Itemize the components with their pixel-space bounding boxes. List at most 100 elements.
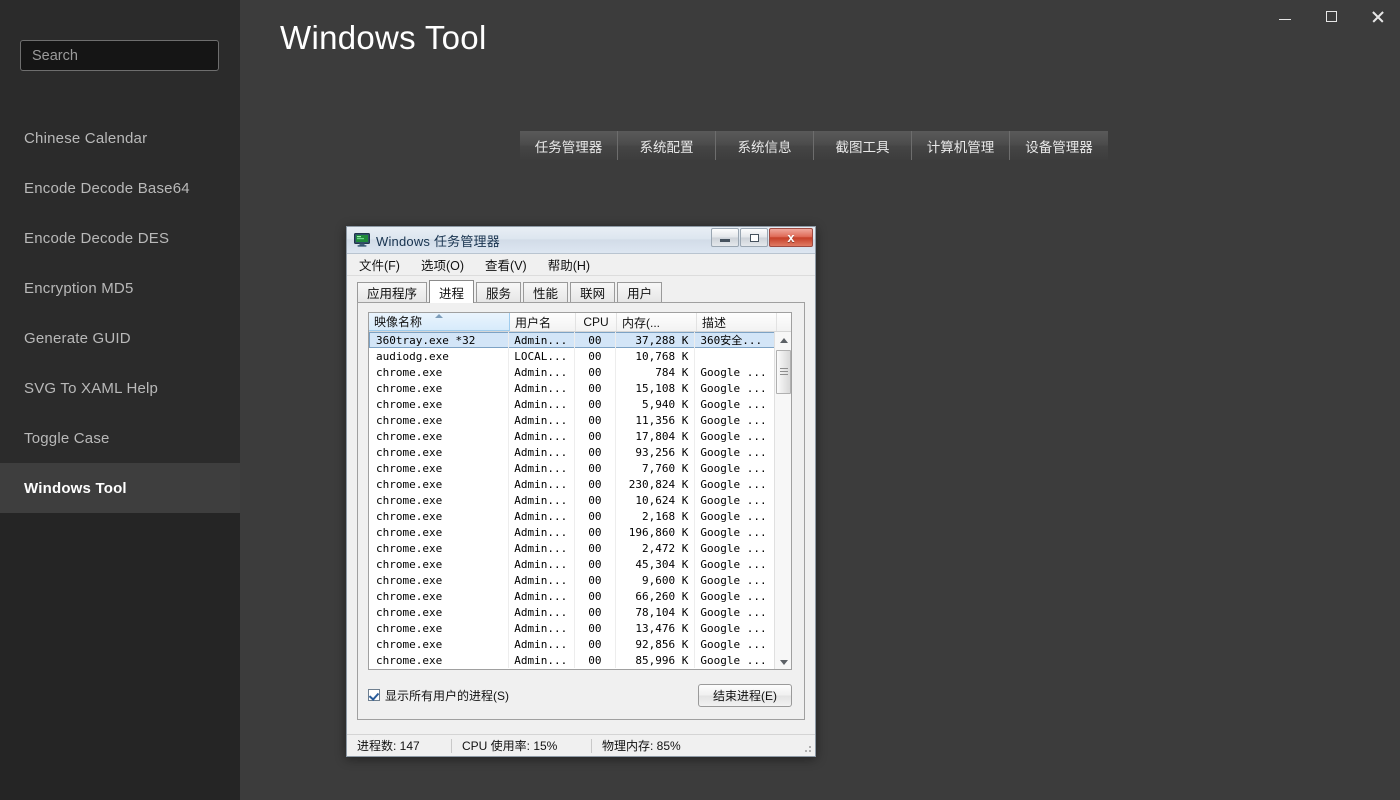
table-row[interactable]: chrome.exe Admin... 00 7,760 K Google ... — [369, 460, 775, 476]
sort-ascending-icon — [435, 314, 443, 318]
cell-cpu: 00 — [575, 588, 616, 604]
sidebar-item-encode-decode-des[interactable]: Encode Decode DES — [0, 213, 240, 263]
cell-name: chrome.exe — [370, 636, 510, 652]
tab-networking[interactable]: 联网 — [570, 282, 616, 302]
scroll-up-icon[interactable] — [775, 332, 791, 349]
sidebar-item-svg-to-xaml-help[interactable]: SVG To XAML Help — [0, 363, 240, 413]
tab-applications[interactable]: 应用程序 — [357, 282, 428, 302]
resize-grip-icon[interactable] — [802, 743, 812, 753]
table-row[interactable]: chrome.exe Admin... 00 2,168 K Google ... — [369, 508, 775, 524]
cell-cpu: 00 — [575, 476, 616, 492]
column-header-filler — [777, 313, 791, 331]
menu-view[interactable]: 查看(V) — [483, 254, 529, 275]
cell-desc: Google ... — [700, 541, 767, 555]
cell-name: chrome.exe — [370, 588, 510, 604]
task-manager-titlebar[interactable]: Windows 任务管理器 x — [347, 227, 815, 254]
maximize-icon[interactable] — [1308, 0, 1354, 32]
cell-cpu: 00 — [575, 492, 616, 508]
cell-user: Admin... — [509, 572, 575, 588]
cell-name: chrome.exe — [370, 412, 510, 428]
sidebar-item-windows-tool[interactable]: Windows Tool — [0, 463, 240, 513]
close-icon[interactable] — [1354, 0, 1400, 32]
tab-performance[interactable]: 性能 — [523, 282, 569, 302]
column-header-label: 映像名称 — [374, 315, 423, 329]
tab-users[interactable]: 用户 — [617, 282, 663, 302]
cell-cpu: 00 — [575, 428, 616, 444]
menu-help[interactable]: 帮助(H) — [546, 254, 592, 275]
cell-cpu: 00 — [575, 508, 616, 524]
task-manager-status-bar: 进程数: 147 CPU 使用率: 15% 物理内存: 85% — [347, 734, 815, 756]
table-row[interactable]: chrome.exe Admin... 00 13,476 K Google ... — [369, 620, 775, 636]
cell-mem: 37,288 K — [616, 332, 696, 348]
cell-name: 360tray.exe *32 — [370, 332, 510, 348]
task-manager-window: Windows 任务管理器 x 文件(F) 选项(O) 查看(V) 帮助(H) … — [346, 226, 816, 757]
table-row[interactable]: chrome.exe Admin... 00 78,104 K Google ... — [369, 604, 775, 620]
cell-desc: Google ... — [700, 413, 767, 427]
button-system-configuration[interactable]: 系统配置 — [618, 131, 716, 160]
sidebar-item-chinese-calendar[interactable]: Chinese Calendar — [0, 113, 240, 163]
minimize-icon[interactable] — [1262, 0, 1308, 32]
table-row[interactable]: chrome.exe Admin... 00 92,856 K Google ... — [369, 636, 775, 652]
table-row[interactable]: chrome.exe Admin... 00 9,600 K Google ... — [369, 572, 775, 588]
menu-file[interactable]: 文件(F) — [357, 254, 402, 275]
column-header-memory[interactable]: 内存(... — [617, 313, 697, 331]
table-row[interactable]: chrome.exe Admin... 00 11,356 K Google ... — [369, 412, 775, 428]
cell-user: Admin... — [509, 444, 575, 460]
tab-processes[interactable]: 进程 — [429, 280, 475, 303]
table-row[interactable]: chrome.exe Admin... 00 230,824 K Google ... — [369, 476, 775, 492]
sidebar-item-label: Toggle Case — [24, 429, 110, 447]
table-row[interactable]: chrome.exe Admin... 00 15,108 K Google ... — [369, 380, 775, 396]
end-process-button[interactable]: 结束进程(E) — [698, 683, 792, 707]
task-manager-minimize-icon[interactable] — [711, 228, 739, 247]
button-snipping-tool[interactable]: 截图工具 — [814, 131, 912, 160]
cell-name: chrome.exe — [370, 556, 510, 572]
column-header-cpu[interactable]: CPU — [576, 313, 617, 331]
cell-user: Admin... — [509, 364, 575, 380]
button-device-manager[interactable]: 设备管理器 — [1010, 131, 1108, 160]
column-header-description[interactable]: 描述 — [697, 313, 777, 331]
processes-panel: 映像名称 用户名 CPU 内存(... 描述 360tray.exe *32 A… — [357, 302, 805, 720]
scrollbar-thumb[interactable] — [776, 350, 791, 394]
task-manager-close-icon[interactable]: x — [769, 228, 813, 247]
table-row[interactable]: chrome.exe Admin... 00 66,260 K Google ... — [369, 588, 775, 604]
sidebar-item-encode-decode-base64[interactable]: Encode Decode Base64 — [0, 163, 240, 213]
show-all-users-checkbox[interactable] — [368, 689, 380, 701]
button-system-information[interactable]: 系统信息 — [716, 131, 814, 160]
tab-services[interactable]: 服务 — [476, 282, 522, 302]
cell-desc: Google ... — [700, 429, 767, 443]
sidebar-item-toggle-case[interactable]: Toggle Case — [0, 413, 240, 463]
table-row[interactable]: audiodg.exe LOCAL... 00 10,768 K — [369, 348, 775, 364]
cell-cpu: 00 — [575, 460, 616, 476]
table-row[interactable]: chrome.exe Admin... 00 196,860 K Google ... — [369, 524, 775, 540]
cell-user: Admin... — [509, 540, 575, 556]
button-task-manager[interactable]: 任务管理器 — [520, 131, 618, 160]
table-row[interactable]: chrome.exe Admin... 00 5,940 K Google ... — [369, 396, 775, 412]
cell-mem: 9,600 K — [616, 572, 696, 588]
cell-mem: 230,824 K — [616, 476, 696, 492]
sidebar-item-generate-guid[interactable]: Generate GUID — [0, 313, 240, 363]
table-row[interactable]: 360tray.exe *32 Admin... 00 37,288 K 360安全..… — [369, 332, 775, 348]
cell-desc: Google ... — [700, 605, 767, 619]
table-row[interactable]: chrome.exe Admin... 00 85,996 K Google ... — [369, 652, 775, 668]
menu-options[interactable]: 选项(O) — [419, 254, 466, 275]
show-all-users-label[interactable]: 显示所有用户的进程(S) — [385, 687, 509, 704]
task-manager-maximize-icon[interactable] — [740, 228, 768, 247]
sidebar-item-label: Chinese Calendar — [24, 129, 148, 147]
table-row[interactable]: chrome.exe Admin... 00 784 K Google ... — [369, 364, 775, 380]
search-input[interactable] — [20, 40, 219, 71]
sidebar-item-encryption-md5[interactable]: Encryption MD5 — [0, 263, 240, 313]
scroll-down-icon[interactable] — [775, 654, 791, 669]
table-row[interactable]: chrome.exe Admin... 00 2,472 K Google ... — [369, 540, 775, 556]
table-row[interactable]: chrome.exe Admin... 00 93,256 K Google ... — [369, 444, 775, 460]
table-row[interactable]: chrome.exe Admin... 00 10,624 K Google ... — [369, 492, 775, 508]
table-row[interactable]: chrome.exe Admin... 00 45,304 K Google ... — [369, 556, 775, 572]
process-table-scrollbar[interactable] — [774, 332, 791, 669]
column-header-user-name[interactable]: 用户名 — [510, 313, 576, 331]
column-header-image-name[interactable]: 映像名称 — [369, 313, 510, 331]
task-manager-title: Windows 任务管理器 — [376, 233, 500, 249]
button-computer-management[interactable]: 计算机管理 — [912, 131, 1010, 160]
cell-mem: 15,108 K — [616, 380, 696, 396]
tool-button-group: 任务管理器 系统配置 系统信息 截图工具 计算机管理 设备管理器 — [520, 131, 1108, 160]
table-row[interactable]: chrome.exe Admin... 00 17,804 K Google ... — [369, 428, 775, 444]
cell-desc — [695, 348, 774, 364]
